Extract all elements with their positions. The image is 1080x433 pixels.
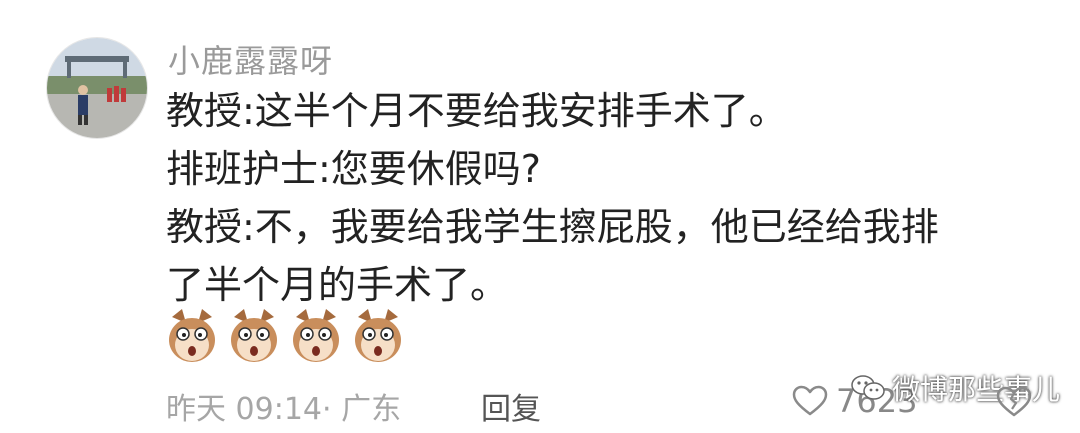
watermark-text: 微博那些事儿 xyxy=(892,373,1061,406)
comment-line: 了半个月的手术了。 xyxy=(166,263,509,307)
wechat-icon xyxy=(851,375,885,400)
emoji-row xyxy=(166,307,404,365)
dog-face-emoji xyxy=(355,309,401,362)
dog-face-emoji xyxy=(169,309,215,362)
heart-outline-icon xyxy=(792,385,828,416)
dog-face-emoji xyxy=(293,309,339,362)
dislike-button[interactable] xyxy=(996,386,1032,422)
comment-meta: 昨天 09:14· 广东 xyxy=(166,392,402,427)
avatar-image xyxy=(47,38,147,138)
reply-button[interactable]: 回复 xyxy=(481,384,541,428)
avatar[interactable] xyxy=(46,37,148,139)
username[interactable]: 小鹿露露呀 xyxy=(168,36,333,82)
comment-line: 教授:这半个月不要给我安排手术了。 xyxy=(166,89,787,133)
comment-body: 教授:这半个月不要给我安排手术了。 排班护士:您要休假吗? 教授:不，我要给我学… xyxy=(166,82,1046,314)
comment-line: 教授:不，我要给我学生擦屁股，他已经给我排 xyxy=(166,205,939,249)
broken-heart-icon xyxy=(996,386,1032,417)
dog-face-emoji xyxy=(231,309,277,362)
comment-line: 排班护士:您要休假吗? xyxy=(166,147,541,191)
